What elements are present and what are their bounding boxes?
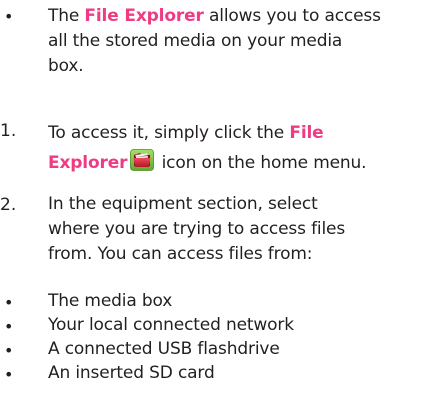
intro-text: The File Explorer allows you to access a… [48, 4, 436, 79]
step-2-line-1: In the equipment section, select [48, 194, 318, 214]
intro-line-1-pre: The [48, 6, 85, 26]
file-highlight: File [289, 123, 324, 143]
manual-page: • The File Explorer allows you to access… [0, 0, 440, 413]
step-1-line-2: Explorer icon on the home menu. [48, 148, 436, 178]
source-bullet: • [4, 293, 14, 312]
source-label: A connected USB flashdrive [48, 339, 280, 359]
file-explorer-icon [130, 149, 155, 171]
intro-line-1-post: allows you to access [203, 6, 381, 26]
source-bullet: • [4, 341, 14, 360]
step-1-line-1-pre: To access it, simply click the [48, 123, 290, 143]
step-1-text: To access it, simply click the File Expl… [48, 118, 436, 178]
source-bullet: • [4, 365, 14, 384]
source-label: Your local connected network [48, 315, 294, 335]
step-2-line-3: from. You can access files from: [48, 244, 313, 264]
step-2-line-2: where you are trying to access files [48, 219, 346, 239]
step-2-number: 2. [0, 195, 17, 215]
intro-line-3: box. [48, 56, 84, 76]
intro-line-1: The File Explorer allows you to access [48, 4, 436, 29]
source-bullet: • [4, 317, 14, 336]
source-label: An inserted SD card [48, 363, 215, 383]
intro-bullet: • [4, 7, 14, 26]
source-label: The media box [48, 291, 173, 311]
explorer-highlight: Explorer [48, 153, 128, 173]
intro-line-2: all the stored media on your media [48, 31, 343, 51]
file-explorer-highlight: File Explorer [84, 6, 204, 26]
step-1-number: 1. [0, 121, 17, 141]
step-2-text: In the equipment section, select where y… [48, 192, 436, 267]
step-1-line-1: To access it, simply click the File [48, 118, 436, 148]
step-1-line-2-post: icon on the home menu. [156, 153, 367, 173]
